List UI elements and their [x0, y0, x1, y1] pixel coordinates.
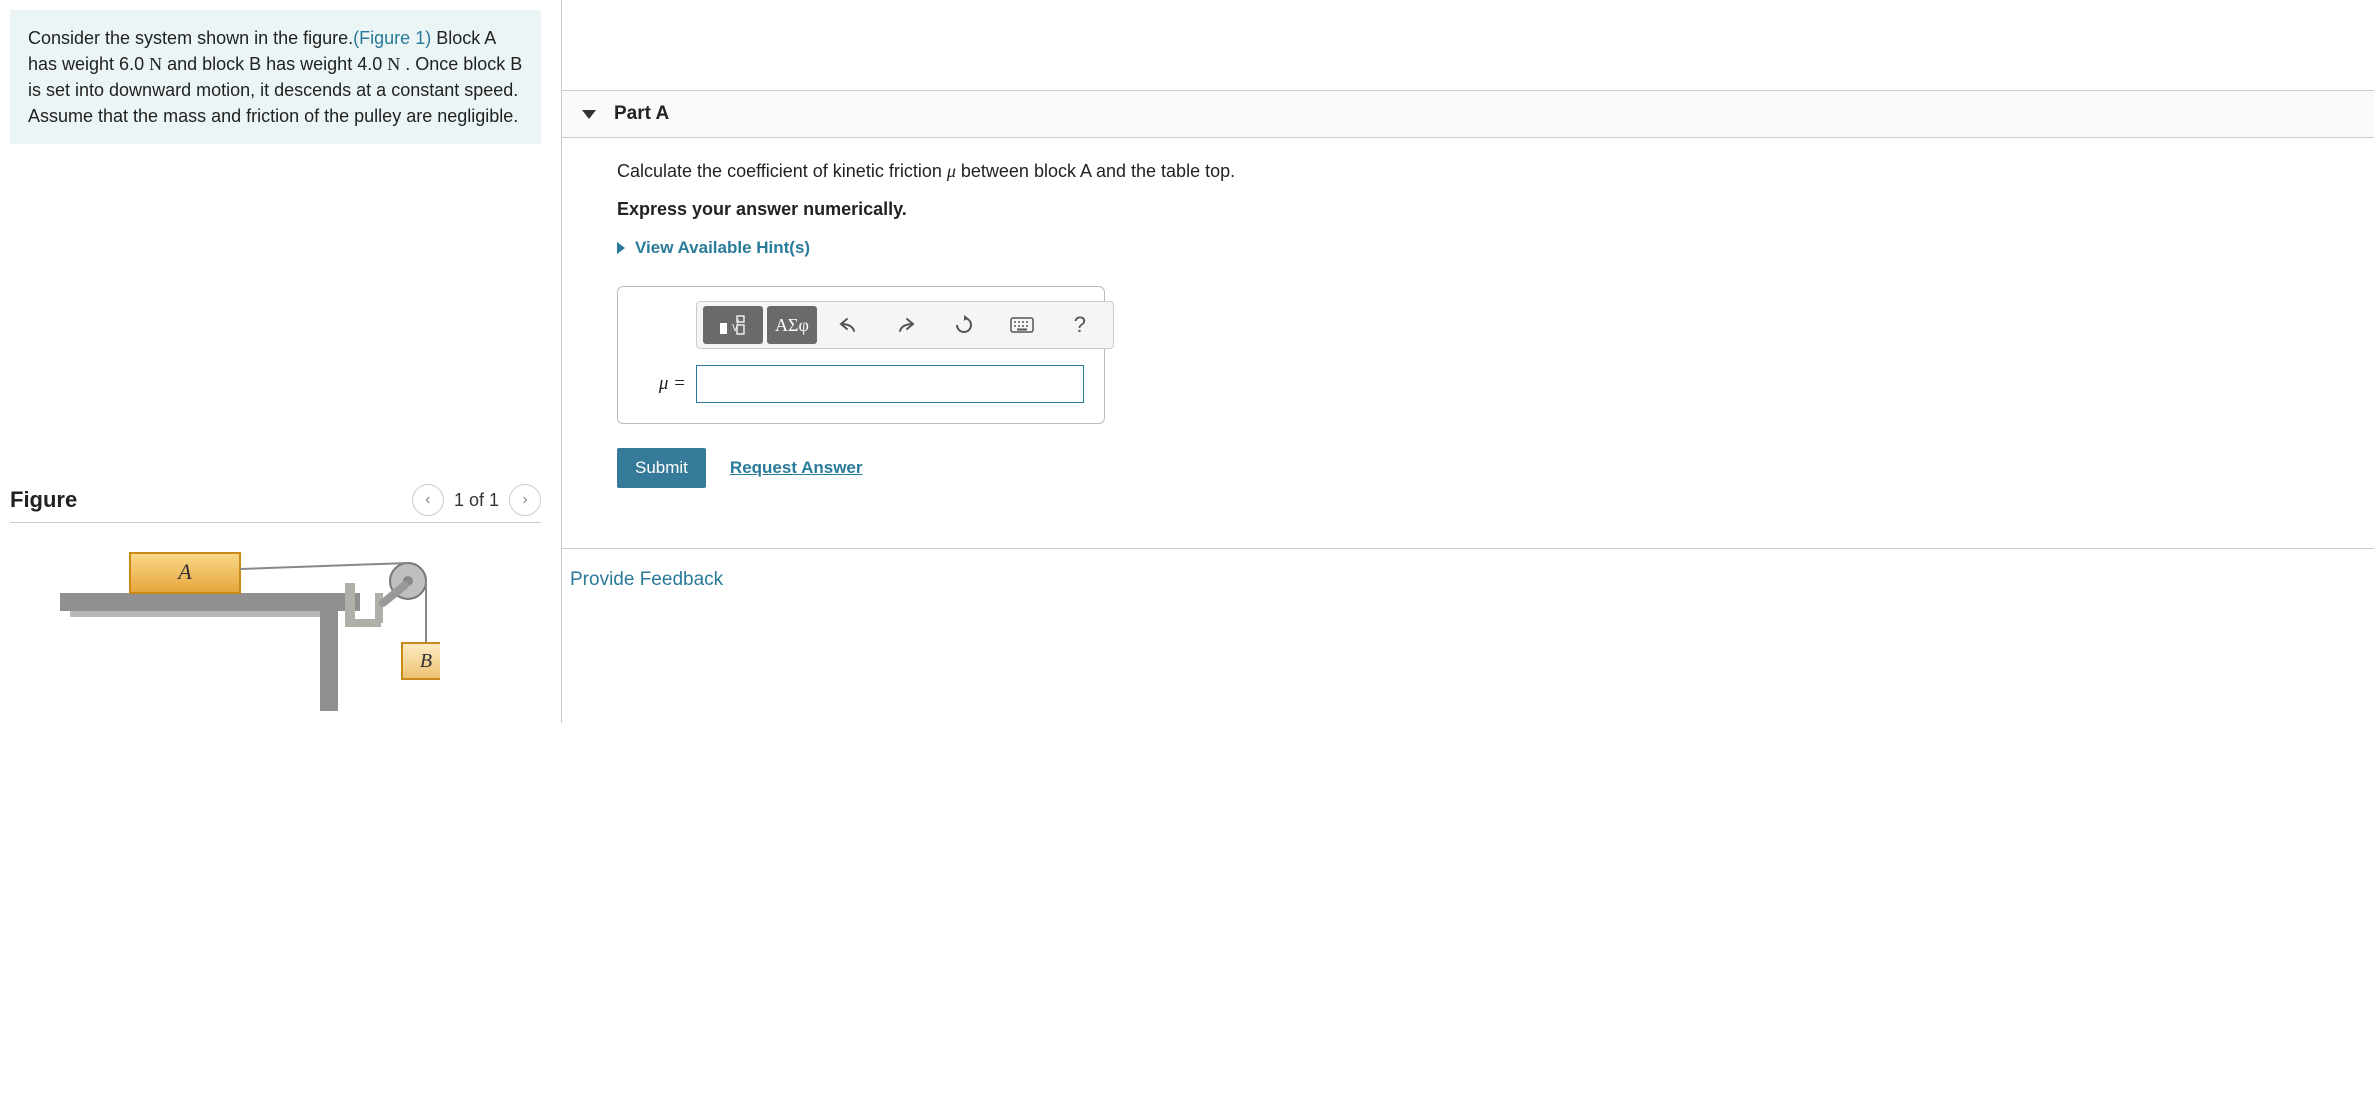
mu-symbol: μ — [947, 161, 956, 181]
math-templates-button[interactable]: √ — [703, 306, 763, 344]
provide-feedback-link[interactable]: Provide Feedback — [570, 569, 723, 590]
problem-statement: Consider the system shown in the figure.… — [10, 10, 541, 144]
unit-N-1: N — [149, 54, 162, 74]
caret-down-icon — [582, 110, 596, 119]
provide-feedback-row: Provide Feedback — [562, 548, 2374, 591]
reset-icon — [954, 315, 974, 335]
answer-input[interactable] — [696, 365, 1084, 403]
express-instruction: Express your answer numerically. — [617, 199, 2354, 220]
redo-button[interactable] — [879, 306, 933, 344]
undo-button[interactable] — [821, 306, 875, 344]
figure-pager: 1 of 1 — [454, 490, 499, 511]
part-title: Part A — [614, 103, 669, 125]
part-header[interactable]: Part A — [562, 90, 2374, 138]
keyboard-button[interactable] — [995, 306, 1049, 344]
unit-N-2: N — [387, 54, 400, 74]
question-text: Calculate the coefficient of kinetic fri… — [617, 158, 2354, 185]
math-templates-icon: √ — [719, 314, 747, 336]
submit-button[interactable]: Submit — [617, 448, 706, 488]
figure-link[interactable]: (Figure 1) — [353, 28, 431, 48]
question-before-mu: Calculate the coefficient of kinetic fri… — [617, 161, 947, 181]
reset-button[interactable] — [937, 306, 991, 344]
block-b-label: B — [420, 650, 432, 672]
problem-text-3: and block B has weight 4.0 — [162, 54, 387, 74]
figure-diagram: A B — [10, 533, 440, 713]
hints-label: View Available Hint(s) — [635, 238, 810, 258]
caret-right-icon — [617, 242, 625, 254]
mu-equals-label: μ = — [636, 373, 686, 395]
question-after-mu: between block A and the table top. — [956, 161, 1235, 181]
help-button[interactable]: ? — [1053, 306, 1107, 344]
greek-symbols-button[interactable]: ΑΣφ — [767, 306, 817, 344]
request-answer-link[interactable]: Request Answer — [730, 458, 863, 478]
figure-prev-button[interactable]: ‹ — [412, 484, 444, 516]
undo-icon — [838, 316, 858, 334]
redo-icon — [896, 316, 916, 334]
keyboard-icon — [1010, 317, 1034, 333]
answer-box: √ ΑΣφ — [617, 286, 1105, 424]
equation-toolbar: √ ΑΣφ — [696, 301, 1114, 349]
figure-next-button[interactable]: › — [509, 484, 541, 516]
figure-title: Figure — [10, 487, 77, 513]
block-a-label: A — [176, 559, 192, 584]
view-hints-link[interactable]: View Available Hint(s) — [617, 238, 2354, 258]
problem-text-1: Consider the system shown in the figure. — [28, 28, 353, 48]
